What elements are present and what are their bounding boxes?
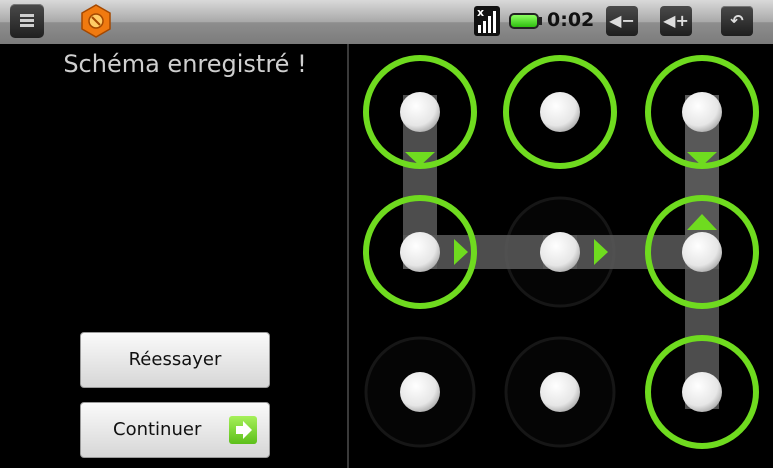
status-bar: x 0:02 ◀− ◀+ ↶: [0, 0, 773, 44]
retry-button-label: Réessayer: [128, 349, 222, 370]
continue-button[interactable]: Continuer: [80, 402, 270, 458]
pattern-dot: [540, 232, 580, 272]
page-title: Schéma enregistré !: [63, 50, 307, 78]
back-icon[interactable]: ↶: [721, 6, 753, 36]
signal-icon: x: [474, 6, 500, 36]
pattern-canvas[interactable]: [349, 44, 773, 468]
battery-tip: [539, 17, 542, 25]
pattern-grid[interactable]: [349, 44, 773, 468]
pattern-dot: [682, 92, 722, 132]
pattern-dot: [400, 232, 440, 272]
menu-icon[interactable]: [10, 4, 44, 38]
settings-app-icon[interactable]: [79, 4, 113, 38]
pattern-dot: [540, 372, 580, 412]
volume-down-icon[interactable]: ◀−: [606, 6, 638, 36]
battery-icon: [509, 13, 539, 29]
pattern-dot: [540, 92, 580, 132]
left-panel: Schéma enregistré ! Réessayer Continuer: [0, 44, 347, 468]
volume-up-icon[interactable]: ◀+: [660, 6, 692, 36]
pattern-dot: [682, 372, 722, 412]
pattern-dot: [400, 92, 440, 132]
pattern-dot: [400, 372, 440, 412]
continue-button-label: Continuer: [113, 419, 202, 440]
retry-button[interactable]: Réessayer: [80, 332, 270, 388]
arrow-right-icon: [229, 416, 257, 444]
pattern-dot: [682, 232, 722, 272]
clock: 0:02: [547, 9, 595, 31]
